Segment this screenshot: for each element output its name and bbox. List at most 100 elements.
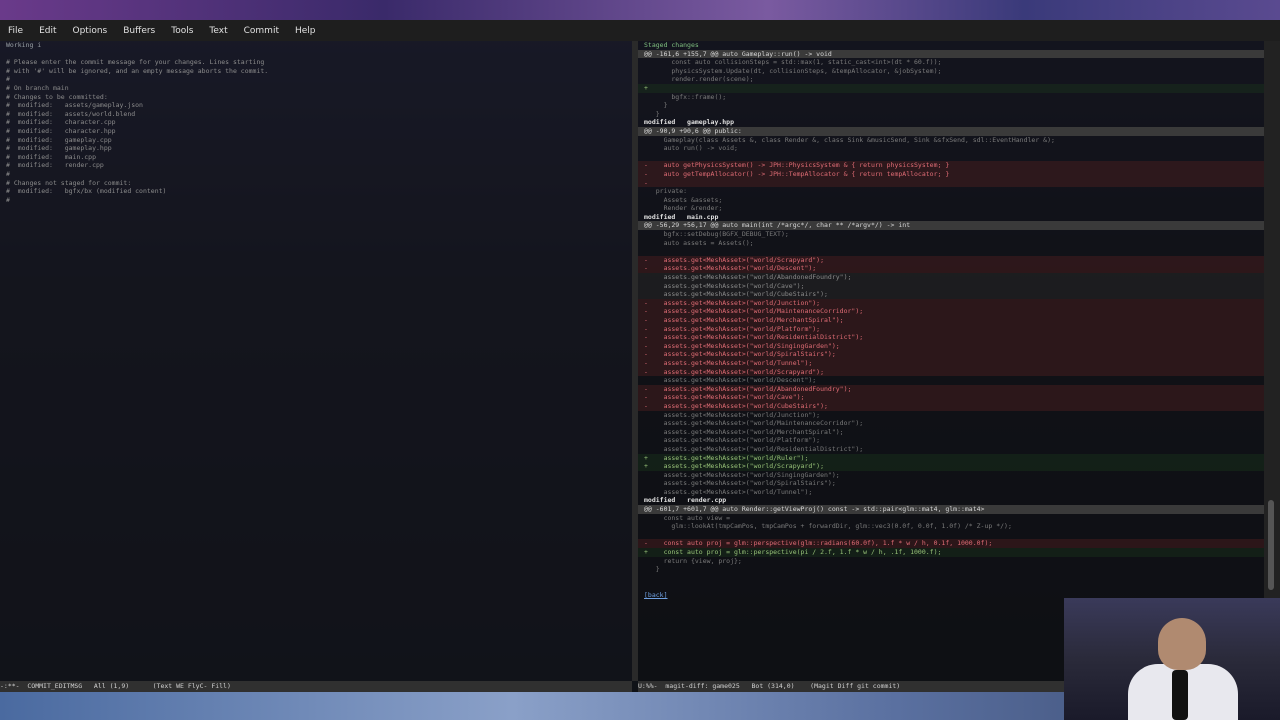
diff-hunk-header[interactable]: @@ -601,7 +601,7 @@ auto Render::getView… bbox=[638, 505, 1264, 514]
code-line: assets.get<MeshAsset>("world/Maintenance… bbox=[644, 419, 864, 428]
code-line: } bbox=[644, 565, 660, 574]
code-line: - bbox=[638, 178, 1264, 188]
code-line: - assets.get<MeshAsset>("world/Tunnel"); bbox=[638, 358, 1264, 368]
code-line: bgfx::frame(); bbox=[644, 92, 727, 101]
code-line: - assets.get<MeshAsset>("world/SpiralSta… bbox=[638, 350, 1264, 359]
code-line: # modified: main.cpp bbox=[6, 152, 97, 161]
code-line: # modified: character.cpp bbox=[6, 118, 116, 127]
code-line: - assets.get<MeshAsset>("world/Scrapyard… bbox=[638, 367, 1264, 377]
code-line: - assets.get<MeshAsset>("world/Maintenan… bbox=[638, 307, 1264, 316]
code-line: # bbox=[6, 75, 10, 84]
code-line: - auto getPhysicsSystem() -> JPH::Physic… bbox=[638, 161, 1264, 170]
streamer-head bbox=[1158, 618, 1206, 670]
code-line: bgfx::setDebug(BGFX_DEBUG_TEXT); bbox=[644, 230, 789, 239]
code-line: Gameplay(class Assets &, class Render &,… bbox=[644, 135, 1055, 144]
code-line: # bbox=[6, 195, 10, 204]
code-line: assets.get<MeshAsset>("world/AbandonedFo… bbox=[638, 273, 1264, 282]
code-line: # with '#' will be ignored, and an empty… bbox=[6, 66, 269, 75]
diff-hunk-header[interactable]: @@ -90,9 +90,6 @@ public: bbox=[638, 126, 1264, 136]
menu-options[interactable]: Options bbox=[65, 26, 116, 36]
code-line: - const auto proj = glm::perspective(glm… bbox=[638, 539, 1264, 549]
code-line: assets.get<MeshAsset>("world/CubeStairs"… bbox=[638, 290, 1264, 299]
code-line: const auto view = bbox=[644, 513, 731, 522]
back-button[interactable]: [back] bbox=[644, 591, 667, 599]
code-line: + bbox=[638, 83, 1264, 93]
code-line: - auto getTempAllocator() -> JPH::TempAl… bbox=[638, 169, 1264, 179]
menu-commit[interactable]: Commit bbox=[236, 26, 287, 36]
code-line: assets.get<MeshAsset>("world/Descent"); bbox=[644, 376, 817, 385]
code-line: Render &render; bbox=[644, 204, 723, 213]
code-line: # modified: assets/gameplay.json bbox=[6, 101, 143, 110]
code-line: assets.get<MeshAsset>("world/Platform"); bbox=[644, 436, 821, 445]
code-line: - assets.get<MeshAsset>("world/Descent")… bbox=[638, 264, 1264, 274]
code-line: # bbox=[6, 169, 10, 178]
code-line: # Please enter the commit message for yo… bbox=[6, 58, 265, 67]
scrollbar-thumb[interactable] bbox=[1268, 500, 1274, 590]
menu-file[interactable]: File bbox=[0, 26, 31, 36]
code-line: Working i bbox=[6, 41, 42, 49]
code-line: assets.get<MeshAsset>("world/Cave"); bbox=[638, 281, 1264, 291]
code-line: # modified: render.cpp bbox=[6, 161, 104, 170]
diff-file-header[interactable]: modified main.cpp bbox=[638, 213, 1264, 222]
code-line: # Changes not staged for commit: bbox=[6, 178, 132, 187]
code-line: assets.get<MeshAsset>("world/Junction"); bbox=[644, 410, 821, 419]
code-line: # modified: gameplay.cpp bbox=[6, 135, 112, 144]
code-line: # Changes to be committed: bbox=[6, 92, 108, 101]
diff-file-header[interactable]: modified gameplay.hpp bbox=[638, 118, 1264, 127]
code-line: - assets.get<MeshAsset>("world/Scrapyard… bbox=[638, 255, 1264, 265]
menu-help[interactable]: Help bbox=[287, 26, 324, 36]
menu-bar: File Edit Options Buffers Tools Text Com… bbox=[0, 20, 1280, 41]
code-line: # On branch main bbox=[6, 83, 69, 92]
menu-edit[interactable]: Edit bbox=[31, 26, 64, 36]
code-line: render.render(scene); bbox=[644, 75, 754, 84]
code-line: assets.get<MeshAsset>("world/SpiralStair… bbox=[644, 479, 836, 488]
commit-message-editor[interactable]: Working i # Please enter the commit messa… bbox=[0, 41, 632, 681]
code-line: - assets.get<MeshAsset>("world/CubeStair… bbox=[638, 401, 1264, 411]
code-line: - assets.get<MeshAsset>("world/Cave"); bbox=[638, 393, 1264, 402]
menu-tools[interactable]: Tools bbox=[163, 26, 201, 36]
code-line: # modified: character.hpp bbox=[6, 126, 116, 135]
code-line: - assets.get<MeshAsset>("world/MerchantS… bbox=[638, 316, 1264, 325]
microphone-icon bbox=[1172, 670, 1188, 720]
code-line: # modified: bgfx/bx (modified content) bbox=[6, 187, 167, 196]
code-line: } bbox=[644, 109, 660, 118]
code-line: - assets.get<MeshAsset>("world/Residenti… bbox=[638, 333, 1264, 342]
code-line: assets.get<MeshAsset>("world/SingingGard… bbox=[644, 470, 840, 479]
code-line: + assets.get<MeshAsset>("world/Ruler"); bbox=[638, 453, 1264, 463]
code-line: } bbox=[644, 101, 668, 110]
code-line: assets.get<MeshAsset>("world/MerchantSpi… bbox=[644, 427, 844, 436]
code-line: Staged changes bbox=[644, 41, 699, 49]
diff-hunk-header[interactable]: @@ -56,29 +56,17 @@ auto main(int /*argc… bbox=[638, 221, 1264, 231]
menu-buffers[interactable]: Buffers bbox=[115, 26, 163, 36]
code-line: const auto collisionSteps = std::max(1, … bbox=[644, 58, 942, 67]
code-line: Assets &assets; bbox=[644, 195, 723, 204]
desktop-wallpaper-top bbox=[0, 0, 1280, 20]
code-line: + assets.get<MeshAsset>("world/Scrapyard… bbox=[638, 462, 1264, 471]
code-line: # modified: assets/world.blend bbox=[6, 109, 136, 118]
code-line: # modified: gameplay.hpp bbox=[6, 144, 112, 153]
code-line: assets.get<MeshAsset>("world/Residential… bbox=[644, 444, 864, 453]
magit-diff-buffer[interactable]: Staged changes @@ -161,6 +155,7 @@ auto G… bbox=[638, 41, 1264, 681]
code-line: - assets.get<MeshAsset>("world/Junction"… bbox=[638, 298, 1264, 308]
code-line: assets.get<MeshAsset>("world/Tunnel"); bbox=[644, 487, 813, 496]
code-line: auto run() -> void; bbox=[644, 144, 738, 153]
code-line: return {view, proj}; bbox=[644, 556, 742, 565]
code-line: - assets.get<MeshAsset>("world/Platform"… bbox=[638, 324, 1264, 334]
menu-text[interactable]: Text bbox=[201, 26, 235, 36]
diff-file-header[interactable]: modified render.cpp bbox=[638, 496, 1264, 505]
diff-hunk-header[interactable]: @@ -161,6 +155,7 @@ auto Gameplay::run()… bbox=[638, 49, 1264, 59]
code-line: + const auto proj = glm::perspective(pi … bbox=[638, 548, 1264, 557]
code-line: - assets.get<MeshAsset>("world/SingingGa… bbox=[638, 341, 1264, 351]
right-modeline: U:%%- magit-diff: game025 Bot (314,0) (M… bbox=[638, 681, 1064, 692]
code-line: glm::lookAt(tmpCamPos, tmpCamPos + forwa… bbox=[644, 522, 1012, 531]
code-line: private: bbox=[644, 187, 688, 196]
left-modeline: -:**- COMMIT_EDITMSG All (1,9) (Text WE … bbox=[0, 681, 632, 692]
code-line: physicsSystem.Update(dt, collisionSteps,… bbox=[644, 66, 942, 75]
code-line: - assets.get<MeshAsset>("world/Abandoned… bbox=[638, 384, 1264, 394]
